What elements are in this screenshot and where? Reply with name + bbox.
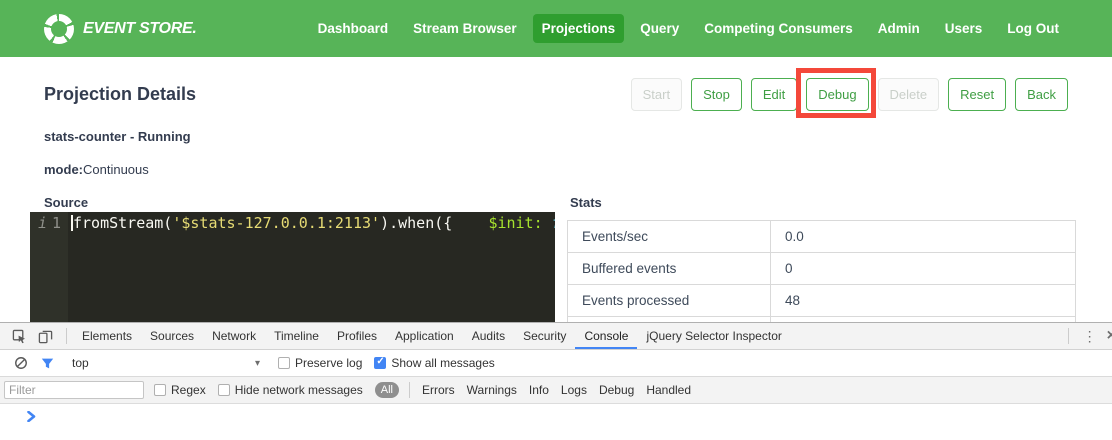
show-all-messages-checkbox[interactable]: [374, 357, 386, 369]
nav-item-users[interactable]: Users: [936, 14, 992, 43]
filter-level-warnings[interactable]: Warnings: [467, 383, 517, 397]
show-all-messages-label[interactable]: Show all messages: [391, 356, 494, 370]
tab-application[interactable]: Application: [386, 323, 463, 349]
eventstore-logo-icon: [44, 14, 74, 44]
nav-item-query[interactable]: Query: [631, 14, 688, 43]
reset-button[interactable]: Reset: [948, 78, 1006, 111]
devtools-tabbar-right: ⋮ ×: [1062, 327, 1112, 345]
divider: [409, 382, 410, 398]
projection-name-status: stats-counter - Running: [44, 129, 191, 144]
code-token: [452, 214, 488, 232]
inspect-element-icon[interactable]: [8, 325, 30, 347]
debug-button-wrap: Debug: [806, 78, 868, 111]
stat-value-cell: 0.0: [771, 221, 1076, 253]
brand[interactable]: EVENT STORE.: [44, 14, 196, 44]
tab-network[interactable]: Network: [203, 323, 265, 349]
tab-security[interactable]: Security: [514, 323, 575, 349]
stat-name-cell: Events/sec: [568, 221, 771, 253]
devtools-panel: Elements Sources Network Timeline Profil…: [0, 322, 1112, 440]
top-navigation-bar: EVENT STORE. Dashboard Stream Browser Pr…: [0, 0, 1112, 57]
page-title: Projection Details: [44, 84, 196, 105]
clear-console-icon[interactable]: [10, 352, 32, 374]
nav-item-stream-browser[interactable]: Stream Browser: [404, 14, 526, 43]
editor-gutter: i1: [30, 212, 68, 322]
stats-table: Events/sec 0.0 Buffered events 0 Events …: [567, 220, 1076, 329]
tab-jquery-selector-inspector[interactable]: jQuery Selector Inspector: [637, 323, 790, 349]
source-code-editor[interactable]: i1 fromStream('$stats-127.0.0.1:2113').w…: [30, 212, 555, 322]
nav-item-projections[interactable]: Projections: [533, 14, 625, 43]
regex-label[interactable]: Regex: [171, 383, 206, 397]
console-filter-bar: Regex Hide network messages All Errors W…: [0, 377, 1112, 404]
table-row: Events processed 48: [568, 285, 1076, 317]
nav-item-competing-consumers[interactable]: Competing Consumers: [695, 14, 862, 43]
source-section-label: Source: [44, 195, 88, 210]
preserve-log-label[interactable]: Preserve log: [295, 356, 362, 370]
code-token: [543, 214, 552, 232]
brand-name: EVENT STORE.: [83, 20, 196, 38]
tab-timeline[interactable]: Timeline: [265, 323, 328, 349]
regex-checkbox[interactable]: [154, 384, 166, 396]
filter-level-logs[interactable]: Logs: [561, 383, 587, 397]
delete-button[interactable]: Delete: [878, 78, 940, 111]
devtools-tab-bar: Elements Sources Network Timeline Profil…: [0, 323, 1112, 350]
nav-item-admin[interactable]: Admin: [869, 14, 929, 43]
edit-button[interactable]: Edit: [751, 78, 797, 111]
filter-level-errors[interactable]: Errors: [422, 383, 455, 397]
divider: [66, 328, 67, 344]
gutter-annotation-icon: i: [38, 214, 47, 232]
code-token-property: $init:: [488, 214, 542, 232]
preserve-log-checkbox[interactable]: [278, 357, 290, 369]
stat-name-cell: Buffered events: [568, 253, 771, 285]
stat-value-cell: 48: [771, 285, 1076, 317]
projection-mode: mode:Continuous: [44, 162, 149, 177]
code-token-string: '$stats-127.0.0.1:2113': [172, 214, 380, 232]
console-output-area[interactable]: [0, 404, 1112, 439]
device-toolbar-icon[interactable]: [34, 325, 56, 347]
nav-item-logout[interactable]: Log Out: [998, 14, 1068, 43]
table-row: Buffered events 0: [568, 253, 1076, 285]
mode-label: mode:: [44, 162, 83, 177]
nav-item-dashboard[interactable]: Dashboard: [309, 14, 398, 43]
chevron-down-icon: ▾: [255, 358, 260, 369]
table-row: Events/sec 0.0: [568, 221, 1076, 253]
console-toolbar: top ▾ Preserve log Show all messages: [0, 350, 1112, 377]
execution-context-value: top: [72, 356, 89, 370]
tab-profiles[interactable]: Profiles: [328, 323, 386, 349]
stop-button[interactable]: Stop: [691, 78, 742, 111]
projection-action-buttons: Start Stop Edit Debug Delete Reset Back: [631, 78, 1068, 111]
code-token: fromStream(: [73, 214, 172, 232]
tab-audits[interactable]: Audits: [463, 323, 514, 349]
tab-console[interactable]: Console: [575, 323, 637, 349]
devtools-menu-icon[interactable]: ⋮: [1075, 328, 1105, 345]
filter-icon[interactable]: [36, 352, 58, 374]
console-prompt-icon: [27, 411, 36, 425]
debug-button[interactable]: Debug: [806, 78, 868, 111]
code-token-keyword: fu: [552, 214, 555, 232]
page: EVENT STORE. Dashboard Stream Browser Pr…: [0, 0, 1112, 440]
mode-value: Continuous: [83, 162, 149, 177]
tab-sources[interactable]: Sources: [141, 323, 203, 349]
tab-elements[interactable]: Elements: [73, 323, 141, 349]
filter-level-debug[interactable]: Debug: [599, 383, 634, 397]
hide-network-messages-label[interactable]: Hide network messages: [235, 383, 363, 397]
line-number: 1: [52, 214, 61, 232]
hide-network-messages-checkbox[interactable]: [218, 384, 230, 396]
back-button[interactable]: Back: [1015, 78, 1068, 111]
devtools-close-icon[interactable]: ×: [1105, 327, 1112, 345]
filter-input[interactable]: [4, 381, 144, 399]
filter-all-badge[interactable]: All: [375, 382, 399, 398]
filter-level-handled[interactable]: Handled: [646, 383, 691, 397]
code-token: ).when({: [380, 214, 452, 232]
stat-value-cell: 0: [771, 253, 1076, 285]
start-button[interactable]: Start: [631, 78, 682, 111]
execution-context-selector[interactable]: top ▾: [72, 356, 260, 370]
code-line: fromStream('$stats-127.0.0.1:2113').when…: [68, 212, 555, 322]
divider: [1068, 328, 1069, 344]
stats-section-label: Stats: [570, 195, 602, 210]
filter-level-info[interactable]: Info: [529, 383, 549, 397]
main-nav: Dashboard Stream Browser Projections Que…: [309, 14, 1068, 43]
stat-name-cell: Events processed: [568, 285, 771, 317]
